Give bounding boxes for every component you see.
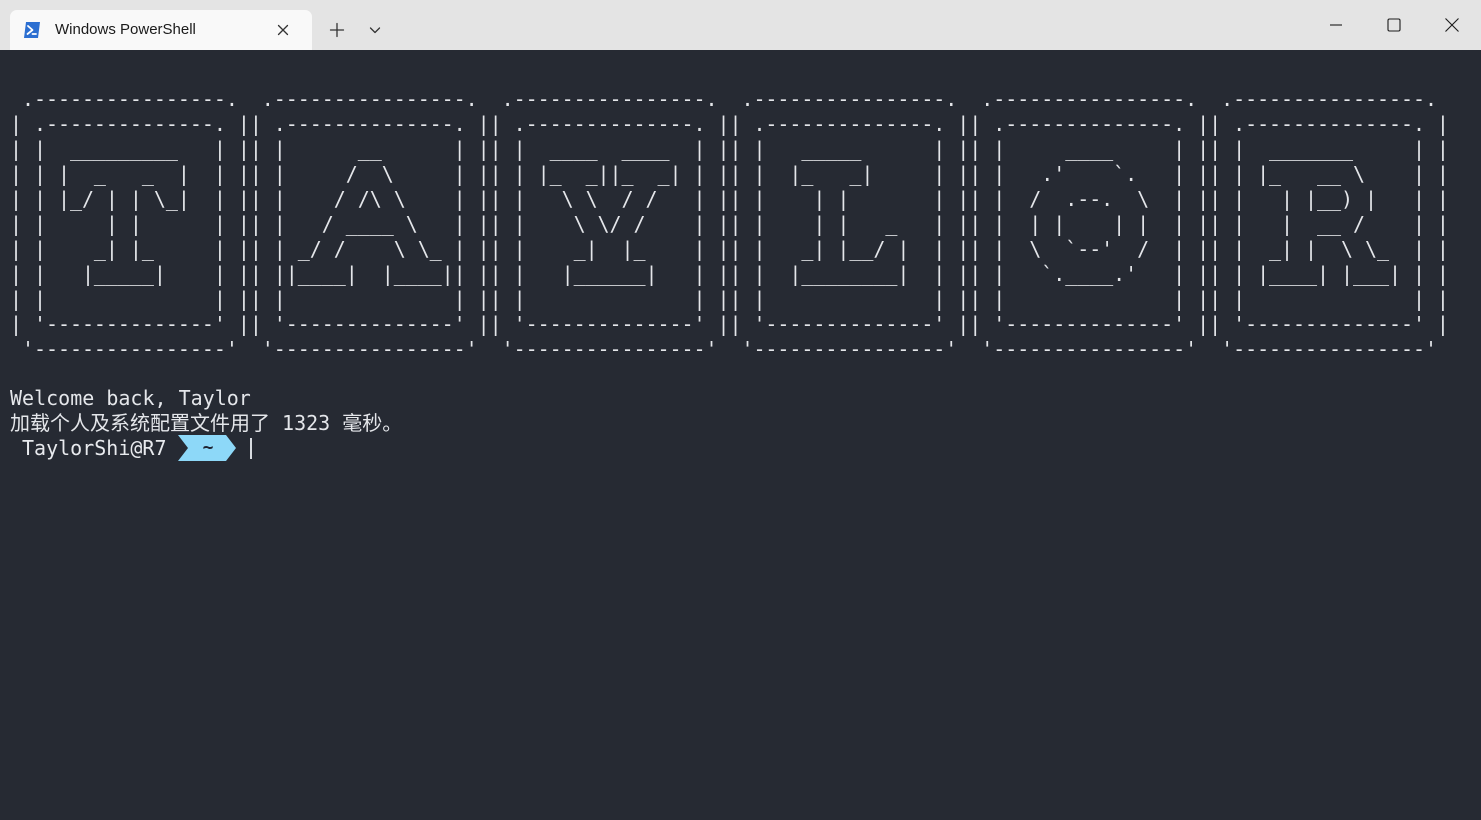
welcome-line: Welcome back, Taylor — [10, 386, 251, 410]
text-cursor — [250, 438, 252, 459]
plus-icon[interactable] — [324, 17, 350, 43]
prompt-user: TaylorShi@R7 — [22, 436, 167, 460]
terminal-pane[interactable]: .----------------. .----------------. .-… — [0, 50, 1481, 820]
ascii-banner: .----------------. .----------------. .-… — [10, 87, 1449, 361]
prompt-directory: ~ — [202, 437, 214, 458]
minimize-icon[interactable] — [1307, 0, 1365, 50]
powershell-window: Windows PowerShell .----------------. .-… — [0, 0, 1481, 820]
maximize-icon[interactable] — [1365, 0, 1423, 50]
profile-load-line: 加载个人及系统配置文件用了 1323 毫秒。 — [10, 411, 403, 435]
tab-title: Windows PowerShell — [55, 21, 196, 38]
chevron-down-icon[interactable] — [362, 17, 388, 43]
tab-windows-powershell[interactable]: Windows PowerShell — [10, 10, 312, 50]
close-icon[interactable] — [1423, 0, 1481, 50]
powershell-icon — [23, 21, 41, 39]
title-bar[interactable]: Windows PowerShell — [0, 0, 1481, 50]
prompt-directory-segment: ~ — [178, 435, 238, 461]
prompt[interactable]: TaylorShi@R7 ~ — [10, 435, 310, 461]
close-tab-icon[interactable] — [276, 23, 290, 37]
